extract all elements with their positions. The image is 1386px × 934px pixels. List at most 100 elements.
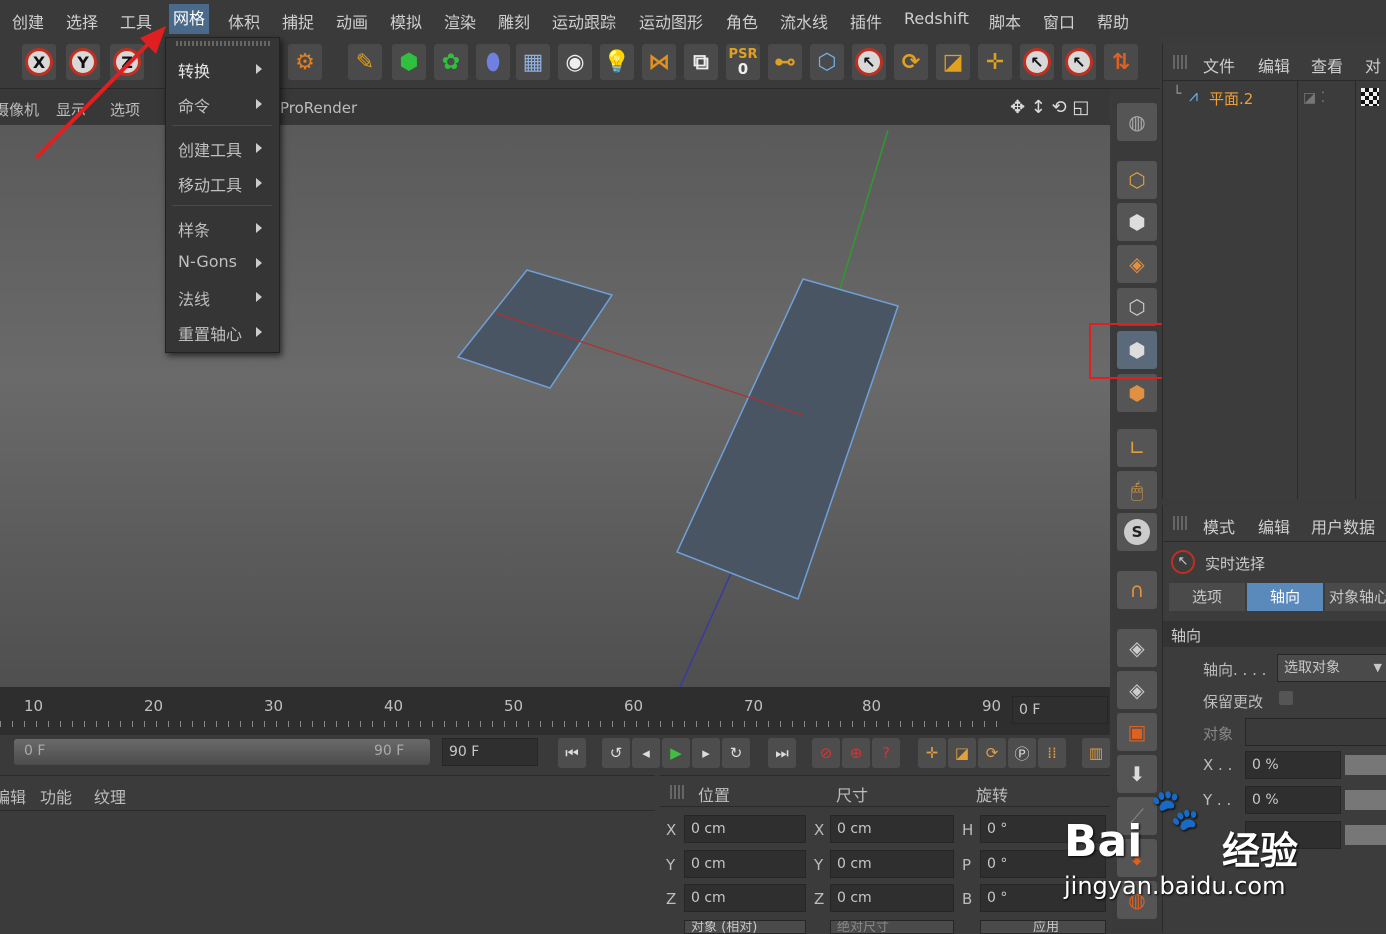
arrange-button[interactable]: ⇅ — [1104, 44, 1138, 80]
workplane-mode-button[interactable]: ◈ — [1117, 245, 1157, 283]
axis-select[interactable]: 选取对象 ▼ — [1277, 654, 1386, 682]
om-tab-view[interactable]: 查看 — [1311, 53, 1343, 77]
dropdown-item-spline[interactable]: 样条 — [178, 217, 210, 241]
menu-plugins[interactable]: 插件 — [850, 9, 882, 33]
go-to-start-button[interactable]: ⏮ — [558, 738, 586, 768]
menu-volume[interactable]: 体积 — [228, 9, 260, 33]
viewport-navigate-icons[interactable]: ✥ ↕ ⟲ ◱ — [1010, 97, 1089, 118]
am-tab-mode[interactable]: 模式 — [1203, 514, 1235, 538]
y-slider[interactable] — [1345, 790, 1386, 810]
viewport-menu-prorender[interactable]: ProRender — [280, 99, 357, 117]
workplane-button[interactable]: ⧉ — [684, 44, 718, 80]
dropdown-item-ngons[interactable]: N-Gons — [178, 252, 237, 271]
mat-menu-texture[interactable]: 纹理 — [94, 784, 126, 808]
key-param-button[interactable]: Ⓟ — [1008, 738, 1036, 768]
timeline-options-button[interactable]: ▥ — [1082, 738, 1110, 768]
snap-button[interactable]: ∩ — [1117, 571, 1157, 609]
mat-menu-edit[interactable]: 编辑 — [0, 784, 26, 808]
timeline-ruler[interactable]: 10 20 30 40 50 60 70 80 90 0 F — [0, 687, 1110, 735]
om-tab-objects[interactable]: 对 — [1365, 53, 1381, 77]
prev-frame-button[interactable]: ◂ — [632, 738, 660, 768]
model-mode-button[interactable]: ⬡ — [810, 44, 844, 80]
size-mode-select[interactable]: 绝对尺寸 — [830, 920, 954, 934]
next-key-button[interactable]: ↻ — [722, 738, 750, 768]
pen-tool-button[interactable]: ✎ — [348, 44, 382, 80]
prev-key-button[interactable]: ↺ — [602, 738, 630, 768]
live-select-button[interactable]: ↖ — [852, 44, 886, 80]
scale-tool-button[interactable]: ◪ — [936, 44, 970, 80]
tweak-mode-button[interactable]: 🖱 — [1117, 471, 1157, 509]
menu-help[interactable]: 帮助 — [1097, 9, 1129, 33]
key-position-button[interactable]: ✛ — [918, 738, 946, 768]
key-scale-button[interactable]: ◪ — [948, 738, 976, 768]
lock-workplane-button[interactable]: ◈ — [1117, 629, 1157, 667]
deformer-button[interactable]: ⬮ — [476, 44, 510, 80]
model-mode-button-side[interactable]: ⬡ — [1117, 161, 1157, 199]
key-rotation-button[interactable]: ⟳ — [978, 738, 1006, 768]
texture-mode-button[interactable]: ⬢ — [1117, 203, 1157, 241]
align-workplane-button[interactable]: ◈ — [1117, 671, 1157, 709]
render-settings-button[interactable]: ⚙ — [288, 44, 322, 80]
panel-grip-icon[interactable] — [1173, 55, 1187, 69]
key-points-button[interactable]: ⁞⁞ — [1038, 738, 1066, 768]
menu-render[interactable]: 渲染 — [444, 9, 476, 33]
menu-motion-tracking[interactable]: 运动跟踪 — [552, 9, 616, 33]
menu-character[interactable]: 角色 — [726, 9, 758, 33]
polygons-mode-button[interactable]: ⬢ — [1117, 374, 1157, 412]
panel-grip-icon[interactable] — [670, 785, 684, 799]
menu-mograph[interactable]: 运动图形 — [639, 9, 703, 33]
points-mode-button[interactable]: ⬡ — [1117, 288, 1157, 326]
menu-redshift[interactable]: Redshift — [904, 9, 969, 28]
menu-animate[interactable]: 动画 — [336, 9, 368, 33]
dropdown-item-reset-axis[interactable]: 重置轴心 — [178, 321, 242, 345]
axis-mode-button[interactable]: ∟ — [1117, 429, 1157, 467]
menu-snap[interactable]: 捕捉 — [282, 9, 314, 33]
tearoff-handle[interactable] — [176, 41, 270, 46]
solo-button[interactable]: S — [1117, 513, 1157, 551]
select-tool-button[interactable]: ↖ — [1020, 44, 1054, 80]
menu-pipeline[interactable]: 流水线 — [780, 9, 828, 33]
dropdown-item-create-tools[interactable]: 创建工具 — [178, 137, 242, 161]
dropdown-item-normals[interactable]: 法线 — [178, 286, 210, 310]
am-tab-edit[interactable]: 编辑 — [1258, 514, 1290, 538]
menu-sculpt[interactable]: 雕刻 — [498, 9, 530, 33]
pos-z-field[interactable]: 0 cm — [684, 884, 806, 912]
camera-button[interactable]: ◉ — [558, 44, 592, 80]
subtab-options[interactable]: 选项 — [1169, 583, 1245, 611]
snap-axis-button[interactable]: ⊷ — [768, 44, 802, 80]
layer-visibility-icon[interactable]: ◪ ⁚ — [1303, 90, 1325, 106]
psr-button[interactable]: PSR 0 — [726, 44, 760, 80]
z-slider[interactable] — [1345, 825, 1386, 845]
symmetry-button[interactable]: ⋈ — [642, 44, 676, 80]
next-frame-button[interactable]: ▸ — [692, 738, 720, 768]
size-x-field[interactable]: 0 cm — [830, 815, 954, 843]
play-button[interactable]: ▶ — [662, 738, 690, 768]
cube-primitive-button[interactable]: ⬢ — [392, 44, 426, 80]
subtab-object-axis[interactable]: 对象轴心 — [1325, 583, 1386, 611]
dropdown-item-convert[interactable]: 转换 — [178, 58, 210, 82]
floor-button[interactable]: ▦ — [516, 44, 550, 80]
autokey-button[interactable]: ⊕ — [842, 738, 870, 768]
end-frame-field[interactable]: 90 F — [442, 738, 538, 766]
material-tag-icon[interactable] — [1361, 88, 1379, 106]
go-to-end-button[interactable]: ⏭ — [768, 738, 796, 768]
make-editable-button[interactable]: ◍ — [1117, 103, 1157, 141]
dropdown-item-move-tools[interactable]: 移动工具 — [178, 172, 242, 196]
frame-range-slider[interactable]: 0 F 90 F — [14, 739, 430, 765]
om-tab-edit[interactable]: 编辑 — [1258, 53, 1290, 77]
panel-grip-icon[interactable] — [1173, 516, 1187, 530]
subdivision-button[interactable]: ✿ — [434, 44, 468, 80]
menu-script[interactable]: 脚本 — [989, 9, 1021, 33]
section-header[interactable]: 轴向 — [1163, 621, 1386, 647]
apply-button[interactable]: 应用 — [980, 920, 1106, 934]
select-tool-alt-button[interactable]: ↖ — [1062, 44, 1096, 80]
dropdown-item-commands[interactable]: 命令 — [178, 93, 210, 117]
x-slider[interactable] — [1345, 755, 1386, 775]
subtab-axis[interactable]: 轴向 — [1247, 583, 1323, 611]
om-tab-file[interactable]: 文件 — [1203, 53, 1235, 77]
record-button[interactable]: ⊘ — [812, 738, 840, 768]
keep-changes-checkbox[interactable] — [1279, 691, 1293, 705]
pos-y-field[interactable]: 0 cm — [684, 850, 806, 878]
coord-mode-select[interactable]: 对象 (相对) — [684, 920, 806, 934]
light-button[interactable]: 💡 — [600, 44, 634, 80]
